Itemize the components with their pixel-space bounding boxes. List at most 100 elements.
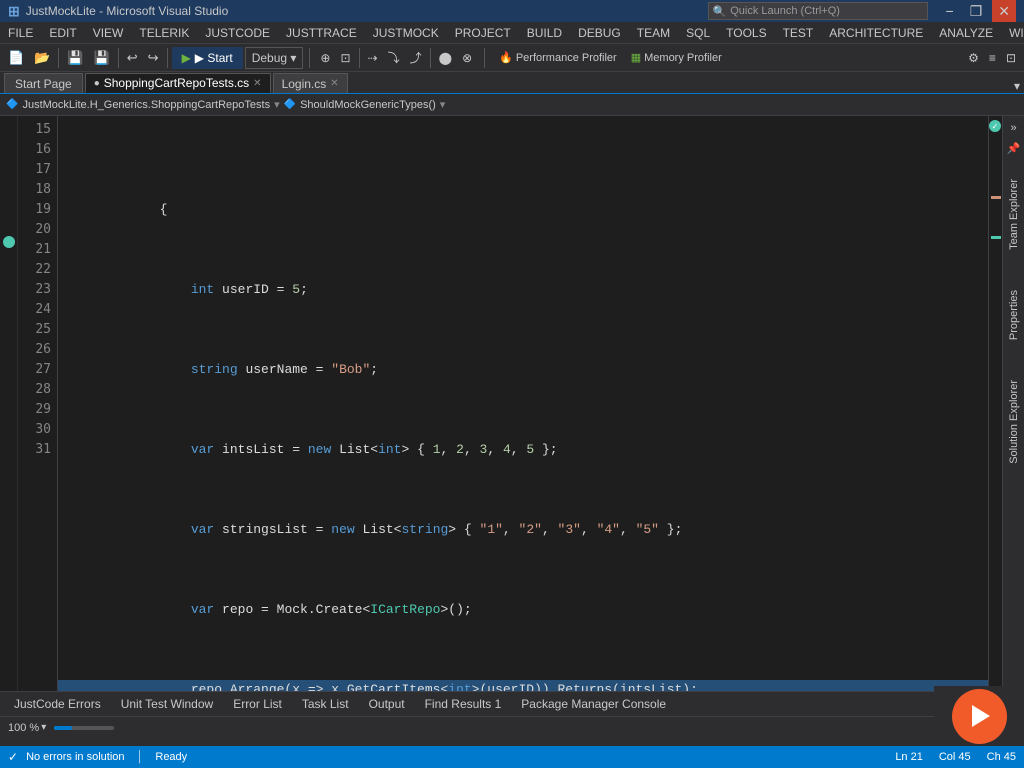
settings2-icon[interactable]: ≡ [985, 49, 1000, 67]
ready-text: Ready [155, 751, 187, 763]
code-line-15: { [58, 200, 988, 220]
start-page-tab[interactable]: Start Page [4, 73, 83, 93]
breadcrumb-namespace[interactable]: JustMockLite.H_Generics.ShoppingCartRepo… [22, 99, 270, 111]
menu-tools[interactable]: TOOLS [718, 24, 774, 42]
memory-icon: ▦ [631, 51, 641, 64]
line-num-17: 17 [22, 160, 51, 180]
team-explorer-tab[interactable]: Team Explorer [1006, 171, 1022, 258]
menu-build[interactable]: BUILD [519, 24, 570, 42]
exception-icon[interactable]: ⊗ [458, 49, 476, 67]
restore-button[interactable]: ❐ [964, 0, 989, 22]
status-left: ✓ No errors in solution │ Ready [8, 750, 187, 764]
collapse-icon[interactable]: » [1008, 120, 1018, 136]
break-icon[interactable]: ⊡ [336, 49, 354, 67]
side-panel-icons: » 📌 Team Explorer Properties Solution Ex… [1002, 116, 1024, 691]
line-num-19: 19 [22, 200, 51, 220]
active-file-indicator: ● [94, 78, 100, 89]
code-line-21[interactable]: repo.Arrange(x => x.GetCartItems<int>(us… [58, 680, 988, 691]
line21-indicator [3, 236, 15, 248]
menu-edit[interactable]: EDIT [41, 24, 84, 42]
breadcrumb-icon2: 🔷 [284, 99, 296, 110]
performance-profiler-button[interactable]: 🔥 Performance Profiler [493, 49, 623, 66]
active-file-tab[interactable]: ● ShoppingCartRepoTests.cs ✕ [85, 73, 271, 93]
properties-tab[interactable]: Properties [1006, 282, 1022, 348]
menu-test[interactable]: TEST [775, 24, 822, 42]
zoom-bar: 100 % ▾ [0, 716, 1024, 738]
right-indicators: ✓ [988, 116, 1002, 691]
breadcrumb-separator2: ▾ [440, 98, 446, 111]
debug-dropdown[interactable]: Debug ▾ [245, 47, 304, 69]
breakpoint-icon[interactable]: ⬤ [435, 49, 456, 67]
undo-icon[interactable]: ↩ [123, 48, 142, 68]
settings1-icon[interactable]: ⚙ [964, 49, 983, 67]
quick-launch-text[interactable]: Quick Launch (Ctrl+Q) [730, 5, 840, 17]
no-errors-text[interactable]: No errors in solution [26, 751, 124, 763]
toolbar-sep1 [58, 48, 59, 68]
step-over-icon[interactable]: ⇢ [364, 49, 382, 67]
start-label: ▶ Start [195, 51, 233, 65]
redo-icon[interactable]: ↪ [144, 48, 163, 68]
active-file-label: ShoppingCartRepoTests.cs [104, 76, 249, 90]
memory-profiler-button[interactable]: ▦ Memory Profiler [625, 49, 728, 66]
breadcrumb-method[interactable]: ShouldMockGenericTypes() [300, 99, 436, 111]
minimize-button[interactable]: − [940, 0, 960, 22]
main-area: 15 16 17 18 19 20 21 22 23 24 25 26 27 2… [0, 116, 1024, 691]
code-editor[interactable]: { int userID = 5; string userName = "Bob… [58, 116, 988, 691]
menu-analyze[interactable]: ANALYZE [931, 24, 1001, 42]
flame-icon: 🔥 [499, 51, 513, 64]
menu-team[interactable]: TEAM [629, 24, 678, 42]
login-file-tab[interactable]: Login.cs ✕ [273, 73, 348, 93]
left-gutter [0, 116, 18, 691]
memory-profiler-label: Memory Profiler [644, 52, 722, 64]
pin-icon[interactable]: 📌 [1005, 140, 1023, 157]
open-file-icon[interactable]: 📂 [30, 48, 54, 68]
output-tab[interactable]: Output [359, 695, 415, 713]
menu-telerik[interactable]: TELERIK [131, 24, 197, 42]
step-out-icon[interactable]: ⤴ [406, 47, 426, 68]
menu-architecture[interactable]: ARCHITECTURE [821, 24, 931, 42]
unit-test-window-tab[interactable]: Unit Test Window [111, 695, 223, 713]
breadcrumb-icon: 🔷 [6, 99, 18, 110]
task-list-tab[interactable]: Task List [292, 695, 359, 713]
close-button[interactable]: ✕ [992, 0, 1016, 22]
debug-label: Debug ▾ [252, 51, 297, 65]
package-manager-tab[interactable]: Package Manager Console [511, 695, 676, 713]
line-num-22: 22 [22, 260, 51, 280]
menu-justtrace[interactable]: JUSTTRACE [278, 24, 365, 42]
tab-pin-icon[interactable]: ✕ [253, 78, 261, 89]
attach-icon[interactable]: ⊕ [316, 49, 334, 67]
save-icon[interactable]: 💾 [63, 48, 87, 68]
code-line-19: var stringsList = new List<string> { "1"… [58, 520, 988, 540]
status-bar: ✓ No errors in solution │ Ready Ln 21 Co… [0, 746, 1024, 768]
tab-scroll-right[interactable]: ▾ [1010, 79, 1024, 93]
menu-justcode[interactable]: JUSTCODE [197, 24, 278, 42]
quick-launch-bar[interactable]: 🔍 Quick Launch (Ctrl+Q) [708, 2, 928, 20]
save-all-icon[interactable]: 💾 [90, 48, 114, 68]
menu-sql[interactable]: SQL [678, 24, 718, 42]
find-results-tab[interactable]: Find Results 1 [415, 695, 512, 713]
zoom-slider[interactable] [54, 726, 114, 730]
menu-view[interactable]: VIEW [85, 24, 132, 42]
justcode-errors-tab[interactable]: JustCode Errors [4, 695, 111, 713]
menu-window[interactable]: WINDOW [1001, 24, 1024, 42]
zoom-dropdown-icon[interactable]: ▾ [41, 722, 46, 733]
app-logo: ⊞ [8, 3, 20, 20]
breadcrumb: 🔷 JustMockLite.H_Generics.ShoppingCartRe… [0, 94, 1024, 116]
error-list-tab[interactable]: Error List [223, 695, 292, 713]
solution-explorer-tab[interactable]: Solution Explorer [1006, 372, 1022, 472]
menu-justmock[interactable]: JUSTMOCK [365, 24, 447, 42]
menu-project[interactable]: PROJECT [447, 24, 519, 42]
settings3-icon[interactable]: ⊡ [1002, 49, 1020, 67]
status-separator: │ [137, 751, 144, 763]
menu-file[interactable]: FILE [0, 24, 41, 42]
pluralsight-logo[interactable] [934, 686, 1024, 746]
line-num-18: 18 [22, 180, 51, 200]
title-bar: ⊞ JustMockLite - Microsoft Visual Studio… [0, 0, 1024, 22]
menu-bar: FILE EDIT VIEW TELERIK JUSTCODE JUSTTRAC… [0, 22, 1024, 44]
menu-debug[interactable]: DEBUG [570, 24, 629, 42]
login-close-icon[interactable]: ✕ [330, 78, 338, 89]
zoom-value[interactable]: 100 % [8, 722, 39, 734]
start-button[interactable]: ▶ ▶ Start [172, 47, 243, 69]
new-project-icon[interactable]: 📄 [4, 48, 28, 68]
step-in-icon[interactable]: ⤵ [384, 47, 404, 68]
